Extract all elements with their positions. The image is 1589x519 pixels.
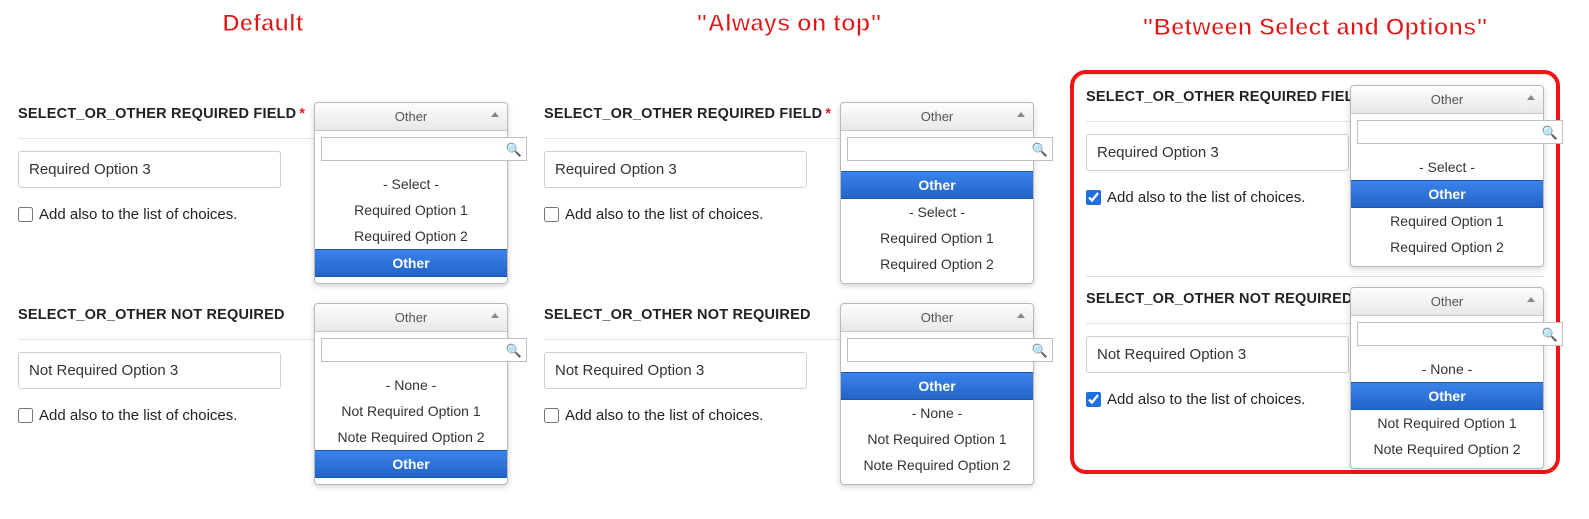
caret-up-icon	[1017, 313, 1025, 318]
column-heading: "Between Select and Options"	[1074, 14, 1556, 42]
required-block: SELECT_OR_OTHER REQUIRED FIELD* Add also…	[18, 92, 508, 223]
checkbox-label: Add also to the list of choices.	[39, 206, 237, 223]
dropdown-option[interactable]: Not Required Option 1	[315, 398, 507, 424]
dropdown-option[interactable]: Required Option 2	[315, 223, 507, 249]
select-dropdown[interactable]: Other 🔍 Other- Select -Required Option 1…	[840, 102, 1034, 284]
checkbox-label: Add also to the list of choices.	[39, 407, 237, 424]
add-to-list-checkbox[interactable]	[1086, 392, 1101, 407]
dropdown-header-label: Other	[395, 109, 428, 124]
dropdown-header-label: Other	[1431, 294, 1464, 309]
checkbox-label: Add also to the list of choices.	[565, 206, 763, 223]
select-dropdown[interactable]: Other 🔍 Other- None -Not Required Option…	[840, 303, 1034, 485]
caret-up-icon	[491, 112, 499, 117]
dropdown-header-label: Other	[921, 310, 954, 325]
dropdown-option[interactable]: Note Required Option 2	[315, 424, 507, 450]
not-required-block: SELECT_OR_OTHER NOT REQUIRED Add also to…	[1086, 276, 1544, 408]
dropdown-header-label: Other	[921, 109, 954, 124]
column-heading: Default	[18, 10, 508, 38]
dropdown-option[interactable]: Required Option 2	[841, 251, 1033, 277]
required-block: SELECT_OR_OTHER REQUIRED FIELD* Add also…	[1086, 74, 1544, 206]
dropdown-options: - Select -OtherRequired Option 1Required…	[1351, 150, 1543, 266]
dropdown-header[interactable]: Other	[1351, 288, 1543, 316]
dropdown-search-input[interactable]	[321, 338, 527, 362]
dropdown-options: Other- None -Not Required Option 1Note R…	[841, 368, 1033, 484]
other-value-input[interactable]	[1086, 336, 1349, 373]
dropdown-option[interactable]: - Select -	[315, 171, 507, 197]
select-dropdown[interactable]: Other 🔍 - None -Not Required Option 1Not…	[314, 303, 508, 485]
column-always-on-top: "Always on top" SELECT_OR_OTHER REQUIRED…	[544, 10, 1034, 474]
add-to-list-checkbox[interactable]	[1086, 190, 1101, 205]
dropdown-option[interactable]: Other	[841, 372, 1033, 400]
dropdown-header[interactable]: Other	[841, 103, 1033, 131]
field-label-text: SELECT_OR_OTHER REQUIRED FIELD	[18, 106, 296, 122]
dropdown-header-label: Other	[395, 310, 428, 325]
dropdown-header[interactable]: Other	[315, 103, 507, 131]
dropdown-options: Other- Select -Required Option 1Required…	[841, 167, 1033, 283]
required-star-icon: *	[299, 106, 305, 122]
required-block: SELECT_OR_OTHER REQUIRED FIELD* Add also…	[544, 92, 1034, 223]
dropdown-option[interactable]: Other	[1351, 180, 1543, 208]
add-to-list-checkbox[interactable]	[18, 207, 33, 222]
dropdown-option[interactable]: - None -	[315, 372, 507, 398]
dropdown-option[interactable]: Required Option 2	[1351, 234, 1543, 260]
dropdown-option[interactable]: - None -	[841, 400, 1033, 426]
required-star-icon: *	[825, 106, 831, 122]
checkbox-label: Add also to the list of choices.	[1107, 189, 1305, 206]
dropdown-option[interactable]: Not Required Option 1	[841, 426, 1033, 452]
checkbox-label: Add also to the list of choices.	[565, 407, 763, 424]
field-label-text: SELECT_OR_OTHER REQUIRED FIELD	[1086, 89, 1364, 105]
dropdown-option[interactable]: Other	[841, 171, 1033, 199]
caret-up-icon	[491, 313, 499, 318]
dropdown-option[interactable]: Other	[315, 249, 507, 277]
dropdown-search-input[interactable]	[847, 338, 1053, 362]
caret-up-icon	[1527, 297, 1535, 302]
dropdown-option[interactable]: - Select -	[1351, 154, 1543, 180]
dropdown-option[interactable]: Required Option 1	[315, 197, 507, 223]
dropdown-header[interactable]: Other	[841, 304, 1033, 332]
not-required-block: SELECT_OR_OTHER NOT REQUIRED Add also to…	[544, 293, 1034, 424]
other-value-input[interactable]	[544, 151, 807, 188]
other-value-input[interactable]	[18, 151, 281, 188]
dropdown-option[interactable]: Note Required Option 2	[1351, 436, 1543, 462]
dropdown-option[interactable]: Required Option 1	[1351, 208, 1543, 234]
select-dropdown[interactable]: Other 🔍 - Select -Required Option 1Requi…	[314, 102, 508, 284]
other-value-input[interactable]	[1086, 134, 1349, 171]
dropdown-header[interactable]: Other	[315, 304, 507, 332]
dropdown-option[interactable]: Required Option 1	[841, 225, 1033, 251]
dropdown-option[interactable]: Note Required Option 2	[841, 452, 1033, 478]
add-to-list-checkbox[interactable]	[18, 408, 33, 423]
caret-up-icon	[1017, 112, 1025, 117]
dropdown-options: - None -Not Required Option 1Note Requir…	[315, 368, 507, 484]
dropdown-header[interactable]: Other	[1351, 86, 1543, 114]
select-dropdown[interactable]: Other 🔍 - None -OtherNot Required Option…	[1350, 287, 1544, 469]
add-to-list-checkbox[interactable]	[544, 207, 559, 222]
dropdown-option[interactable]: Other	[1351, 382, 1543, 410]
dropdown-option[interactable]: Not Required Option 1	[1351, 410, 1543, 436]
other-value-input[interactable]	[544, 352, 807, 389]
dropdown-option[interactable]: Other	[315, 450, 507, 478]
add-to-list-checkbox[interactable]	[544, 408, 559, 423]
dropdown-options: - None -OtherNot Required Option 1Note R…	[1351, 352, 1543, 468]
dropdown-search-input[interactable]	[1357, 322, 1563, 346]
column-heading: "Always on top"	[544, 10, 1034, 38]
select-dropdown[interactable]: Other 🔍 - Select -OtherRequired Option 1…	[1350, 85, 1544, 267]
field-label-text: SELECT_OR_OTHER REQUIRED FIELD	[544, 106, 822, 122]
column-default: Default SELECT_OR_OTHER REQUIRED FIELD* …	[18, 10, 508, 474]
column-between-select-and-options: "Between Select and Options" SELECT_OR_O…	[1070, 70, 1560, 474]
not-required-block: SELECT_OR_OTHER NOT REQUIRED Add also to…	[18, 293, 508, 424]
dropdown-option[interactable]: - None -	[1351, 356, 1543, 382]
dropdown-search-input[interactable]	[321, 137, 527, 161]
dropdown-options: - Select -Required Option 1Required Opti…	[315, 167, 507, 283]
dropdown-option[interactable]: - Select -	[841, 199, 1033, 225]
caret-up-icon	[1527, 95, 1535, 100]
dropdown-search-input[interactable]	[847, 137, 1053, 161]
dropdown-header-label: Other	[1431, 92, 1464, 107]
checkbox-label: Add also to the list of choices.	[1107, 391, 1305, 408]
other-value-input[interactable]	[18, 352, 281, 389]
dropdown-search-input[interactable]	[1357, 120, 1563, 144]
